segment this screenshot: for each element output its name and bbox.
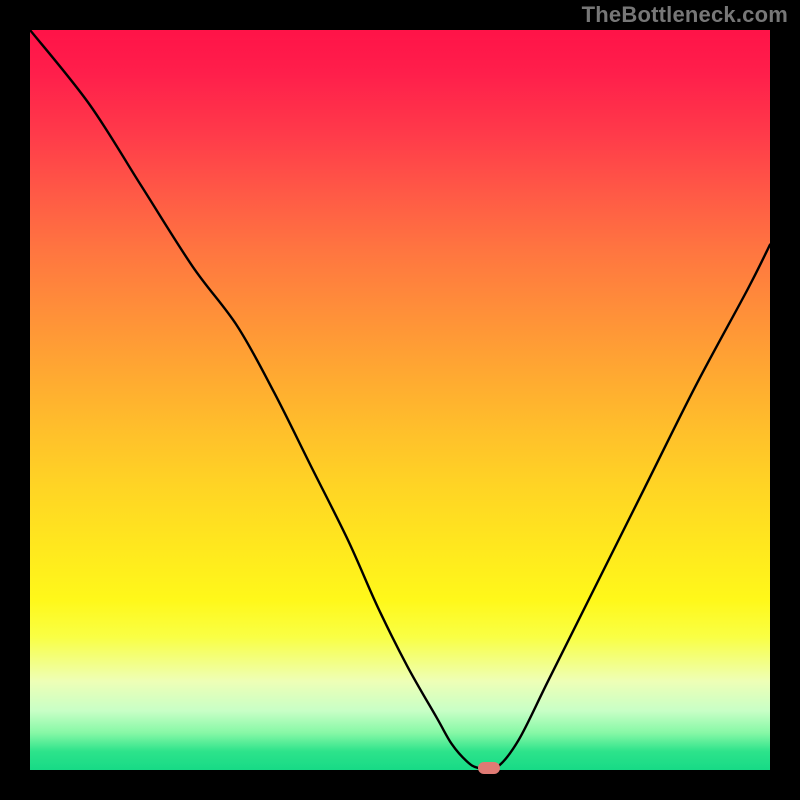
- watermark-text: TheBottleneck.com: [582, 2, 788, 28]
- plot-area: [30, 30, 770, 770]
- optimal-point-marker: [478, 762, 500, 774]
- chart-frame: TheBottleneck.com: [0, 0, 800, 800]
- bottleneck-curve: [30, 30, 770, 770]
